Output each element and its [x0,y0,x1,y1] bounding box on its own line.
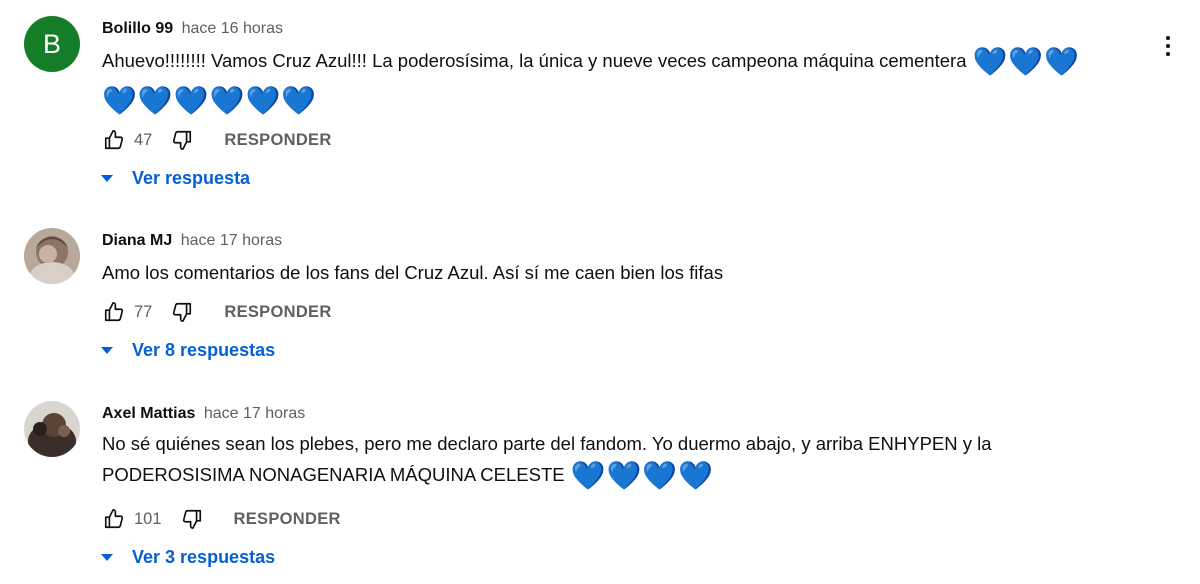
comment-time[interactable]: hace 17 horas [204,405,305,422]
comment-text-line: Ahuevo!!!!!!!! Vamos Cruz Azul!!! La pod… [102,50,967,71]
reply-button[interactable]: RESPONDER [224,303,331,322]
avatar[interactable] [24,401,80,457]
comment-text: Ahuevo!!!!!!!! Vamos Cruz Azul!!! La pod… [102,44,1162,118]
comment-actions: 77 RESPONDER [102,300,332,324]
reply-button[interactable]: RESPONDER [234,510,341,529]
like-count: 77 [134,302,153,321]
caret-down-icon [101,554,113,561]
view-replies-button[interactable]: Ver respuesta [100,168,250,189]
view-replies-label: Ver 3 respuestas [132,547,276,567]
dislike-icon[interactable] [170,128,194,152]
heart-emojis: 💙💙💙💙💙💙 [102,85,318,116]
comment: Diana MJ hace 17 horas Amo los comentari… [0,228,1200,378]
comment-actions: 47 RESPONDER [102,128,332,152]
view-replies-button[interactable]: Ver 3 respuestas [100,547,275,568]
comment-actions: 101 RESPONDER [102,507,341,531]
comment-text: No sé quiénes sean los plebes, pero me d… [102,429,1162,493]
heart-emojis: 💙💙💙💙 [570,460,715,491]
caret-down-icon [101,347,113,354]
comment-header: Diana MJ hace 17 horas [102,231,282,251]
like-icon[interactable] [102,300,126,324]
comment-header: Bolillo 99 hace 16 horas [102,19,283,39]
comment-time[interactable]: hace 16 horas [182,20,283,37]
view-replies-label: Ver respuesta [132,168,251,188]
author-name[interactable]: Axel Mattias [102,405,195,422]
reply-button[interactable]: RESPONDER [224,131,331,150]
comment-text: Amo los comentarios de los fans del Cruz… [102,256,1162,290]
comment-text-line: No sé quiénes sean los plebes, pero me d… [102,433,992,454]
caret-down-icon [101,175,113,182]
like-count: 47 [134,130,153,149]
like-count: 101 [134,509,162,528]
comment-time[interactable]: hace 17 horas [181,232,282,249]
avatar[interactable]: B [24,16,80,72]
view-replies-label: Ver 8 respuestas [132,340,276,360]
heart-emojis: 💙💙💙 [972,46,1081,77]
author-name[interactable]: Bolillo 99 [102,20,173,37]
dislike-icon[interactable] [180,507,204,531]
author-name[interactable]: Diana MJ [102,232,172,249]
comment: Axel Mattias hace 17 horas No sé quiénes… [0,401,1200,581]
comment-header: Axel Mattias hace 17 horas [102,404,305,424]
like-icon[interactable] [102,128,126,152]
dislike-icon[interactable] [170,300,194,324]
view-replies-button[interactable]: Ver 8 respuestas [100,340,275,361]
comment: B Bolillo 99 hace 16 horas Ahuevo!!!!!!!… [0,16,1200,196]
comment-thread: B Bolillo 99 hace 16 horas Ahuevo!!!!!!!… [0,0,1200,584]
like-icon[interactable] [102,507,126,531]
comment-text-line: PODEROSISIMA NONAGENARIA MÁQUINA CELESTE [102,464,565,485]
avatar[interactable] [24,228,80,284]
comment-text-line: Amo los comentarios de los fans del Cruz… [102,262,724,283]
